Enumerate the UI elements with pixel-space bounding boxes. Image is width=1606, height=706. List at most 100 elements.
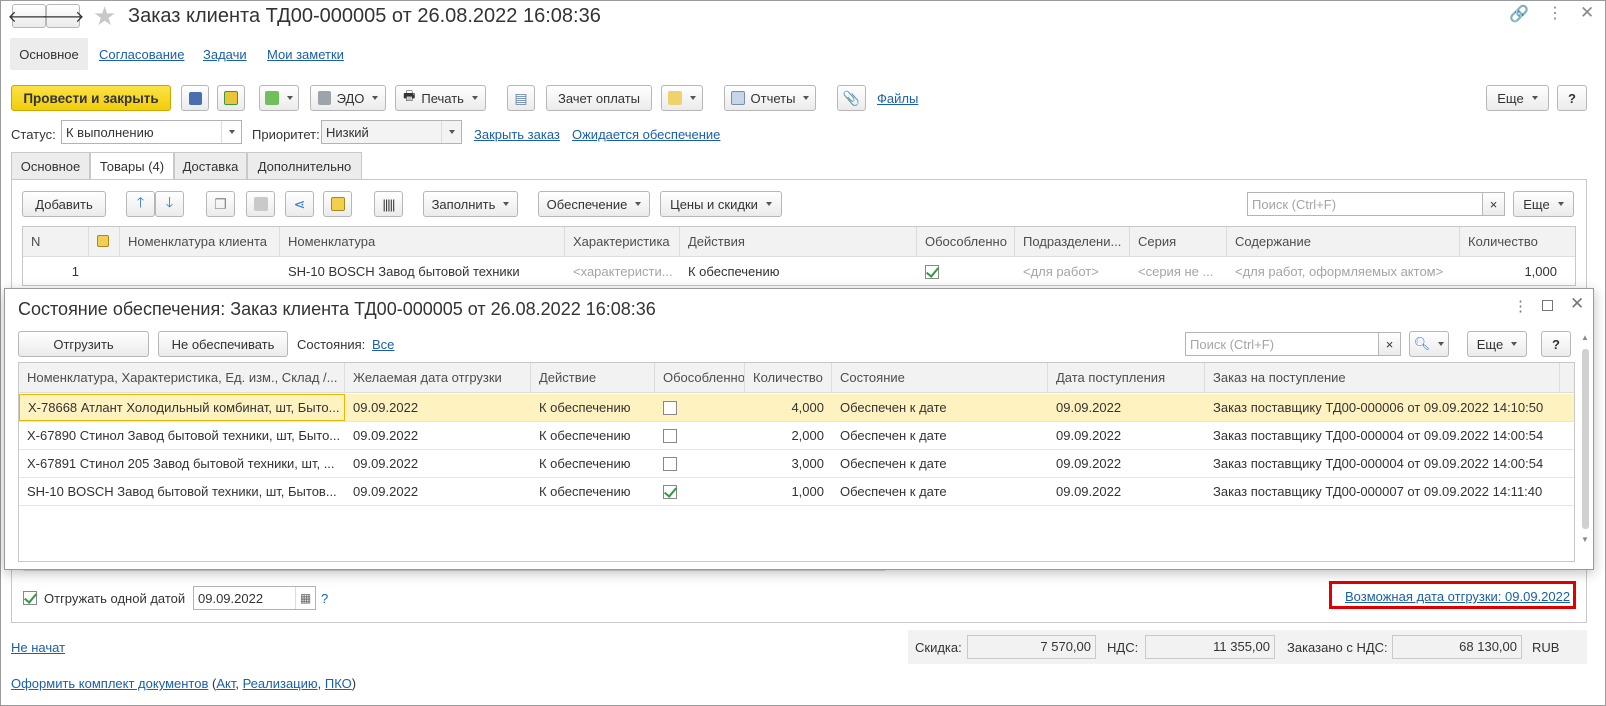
- table-row[interactable]: SH-10 BOSCH Завод бытовой техники, шт, Б…: [19, 478, 1574, 506]
- goods-search-clear-button[interactable]: ×: [1482, 192, 1505, 216]
- more-button[interactable]: Еще: [1486, 85, 1549, 111]
- checkbox-unchecked[interactable]: [663, 429, 677, 443]
- single-date-checkbox[interactable]: [23, 591, 37, 605]
- prices-discounts-button[interactable]: Цены и скидки: [660, 191, 782, 217]
- checkbox-unchecked[interactable]: [663, 457, 677, 471]
- col-n[interactable]: N: [23, 227, 89, 257]
- link-icon[interactable]: 🔗: [1509, 4, 1529, 24]
- nav-main[interactable]: Основное: [10, 38, 88, 70]
- row-separate[interactable]: [655, 422, 745, 450]
- calendar-icon[interactable]: ▦: [295, 587, 315, 609]
- row-separate[interactable]: [655, 450, 745, 478]
- checkbox-checked[interactable]: [663, 485, 677, 499]
- dialog-scroll-down-icon[interactable]: ▼: [1581, 535, 1589, 544]
- provision-button[interactable]: Обеспечение: [538, 191, 650, 217]
- dialog-search-input[interactable]: Поиск (Ctrl+F): [1185, 332, 1401, 356]
- move-down-button[interactable]: 🡓: [155, 191, 184, 217]
- fill-button[interactable]: Заполнить: [423, 191, 518, 217]
- col-inbound-order[interactable]: Заказ на поступление: [1205, 363, 1560, 393]
- tasks-button[interactable]: [661, 85, 703, 111]
- copy-button[interactable]: ❐: [206, 191, 235, 217]
- dialog-close-icon[interactable]: ✕: [1570, 294, 1584, 314]
- nav-notes[interactable]: Мои заметки: [267, 47, 344, 62]
- tab-goods[interactable]: Товары (4): [90, 152, 174, 180]
- help-button[interactable]: ?: [1557, 85, 1587, 111]
- star-icon[interactable]: ★: [93, 1, 116, 32]
- col-actions[interactable]: Действия: [680, 227, 917, 257]
- row-separate[interactable]: [655, 478, 745, 506]
- table-row[interactable]: X-78668 Атлант Холодильный комбинат, шт,…: [19, 394, 1574, 422]
- priority-select[interactable]: Низкий: [321, 120, 462, 144]
- table-row[interactable]: X-67891 Стинол 205 Завод бытовой техники…: [19, 450, 1574, 478]
- col-series[interactable]: Серия: [1130, 227, 1227, 257]
- reports-button[interactable]: Отчеты: [724, 85, 816, 111]
- row-separate[interactable]: [917, 258, 1015, 285]
- col-state[interactable]: Состояние: [832, 363, 1048, 393]
- list-button[interactable]: ▤: [507, 85, 535, 111]
- col-client-item[interactable]: Номенклатура клиента: [120, 227, 280, 257]
- col-qty[interactable]: Количество: [1460, 227, 1575, 257]
- files-link[interactable]: Файлы: [877, 91, 918, 106]
- dialog-search-button[interactable]: 🔍︎: [1409, 331, 1449, 357]
- print-button[interactable]: 🖶 Печать: [395, 85, 486, 111]
- possible-ship-date-link[interactable]: Возможная дата отгрузки: 09.09.2022: [1345, 589, 1570, 604]
- selection-button[interactable]: [323, 191, 352, 217]
- doc-act-link[interactable]: Акт: [216, 676, 235, 691]
- dialog-search-clear-button[interactable]: ×: [1378, 332, 1401, 356]
- edo-button[interactable]: ЭДО: [310, 85, 386, 111]
- col-separate[interactable]: Обособленно: [655, 363, 745, 393]
- documents-set-link[interactable]: Оформить комплект документов: [11, 676, 208, 691]
- col-item[interactable]: Номенклатура: [280, 227, 565, 257]
- post-button[interactable]: [217, 85, 245, 111]
- create-based-on-button[interactable]: [259, 85, 299, 111]
- col-content[interactable]: Содержание: [1227, 227, 1460, 257]
- table-row[interactable]: 1 SH-10 BOSCH Завод бытовой техники <хар…: [23, 257, 1575, 285]
- col-desired-date[interactable]: Желаемая дата отгрузки: [345, 363, 531, 393]
- ship-button[interactable]: Отгрузить: [18, 331, 149, 357]
- dialog-vscroll-thumb[interactable]: [1582, 349, 1589, 529]
- col-department[interactable]: Подразделени...: [1015, 227, 1130, 257]
- dialog-maximize-icon[interactable]: [1542, 300, 1553, 311]
- attach-button[interactable]: 📎: [837, 85, 866, 111]
- tab-delivery[interactable]: Доставка: [174, 152, 247, 179]
- no-provide-button[interactable]: Не обеспечивать: [158, 331, 288, 357]
- row-separate[interactable]: [655, 394, 745, 422]
- goods-search-input[interactable]: Поиск (Ctrl+F): [1247, 192, 1505, 216]
- col-characteristic[interactable]: Характеристика: [565, 227, 680, 257]
- doc-sale-link[interactable]: Реализацию: [243, 676, 318, 691]
- forward-button[interactable]: 🡒: [42, 4, 84, 28]
- payment-offset-button[interactable]: Зачет оплаты: [546, 85, 652, 111]
- awaiting-provision-link[interactable]: Ожидается обеспечение: [572, 127, 720, 142]
- move-up-button[interactable]: 🡑: [126, 191, 155, 217]
- state-link[interactable]: Не начат: [11, 640, 65, 655]
- col-action[interactable]: Действие: [531, 363, 655, 393]
- close-icon[interactable]: ✕: [1580, 3, 1594, 23]
- paste-button[interactable]: [246, 191, 275, 217]
- tab-additional[interactable]: Дополнительно: [247, 152, 362, 179]
- nav-tasks[interactable]: Задачи: [203, 47, 247, 62]
- tab-main[interactable]: Основное: [11, 152, 90, 179]
- checkbox-checked[interactable]: [925, 265, 939, 279]
- doc-pko-link[interactable]: ПКО: [325, 676, 352, 691]
- dialog-scroll-up-icon[interactable]: ▲: [1581, 333, 1589, 342]
- post-and-close-button[interactable]: Провести и закрыть: [11, 85, 171, 111]
- col-separate[interactable]: Обособленно: [917, 227, 1015, 257]
- table-row[interactable]: X-67890 Стинол Завод бытовой техники, шт…: [19, 422, 1574, 450]
- col-icon[interactable]: [89, 227, 120, 257]
- dialog-more-button[interactable]: Еще: [1467, 331, 1527, 357]
- checkbox-unchecked[interactable]: [663, 401, 677, 415]
- goods-more-button[interactable]: Еще: [1513, 191, 1574, 217]
- status-select[interactable]: К выполнению: [61, 120, 242, 144]
- dialog-help-button[interactable]: ?: [1541, 331, 1571, 357]
- close-order-link[interactable]: Закрыть заказ: [474, 127, 560, 142]
- more-vertical-icon[interactable]: ⋮: [1547, 3, 1563, 23]
- states-all-link[interactable]: Все: [372, 337, 394, 352]
- col-arrival-date[interactable]: Дата поступления: [1048, 363, 1205, 393]
- add-button[interactable]: Добавить: [22, 191, 106, 217]
- col-item[interactable]: Номенклатура, Характеристика, Ед. изм., …: [19, 363, 345, 393]
- barcode-button[interactable]: |||||: [374, 191, 403, 217]
- dialog-more-vertical-icon[interactable]: ⋮: [1513, 297, 1528, 315]
- save-button[interactable]: [181, 85, 209, 111]
- ship-date-help[interactable]: ?: [321, 591, 328, 606]
- col-qty[interactable]: Количество: [745, 363, 832, 393]
